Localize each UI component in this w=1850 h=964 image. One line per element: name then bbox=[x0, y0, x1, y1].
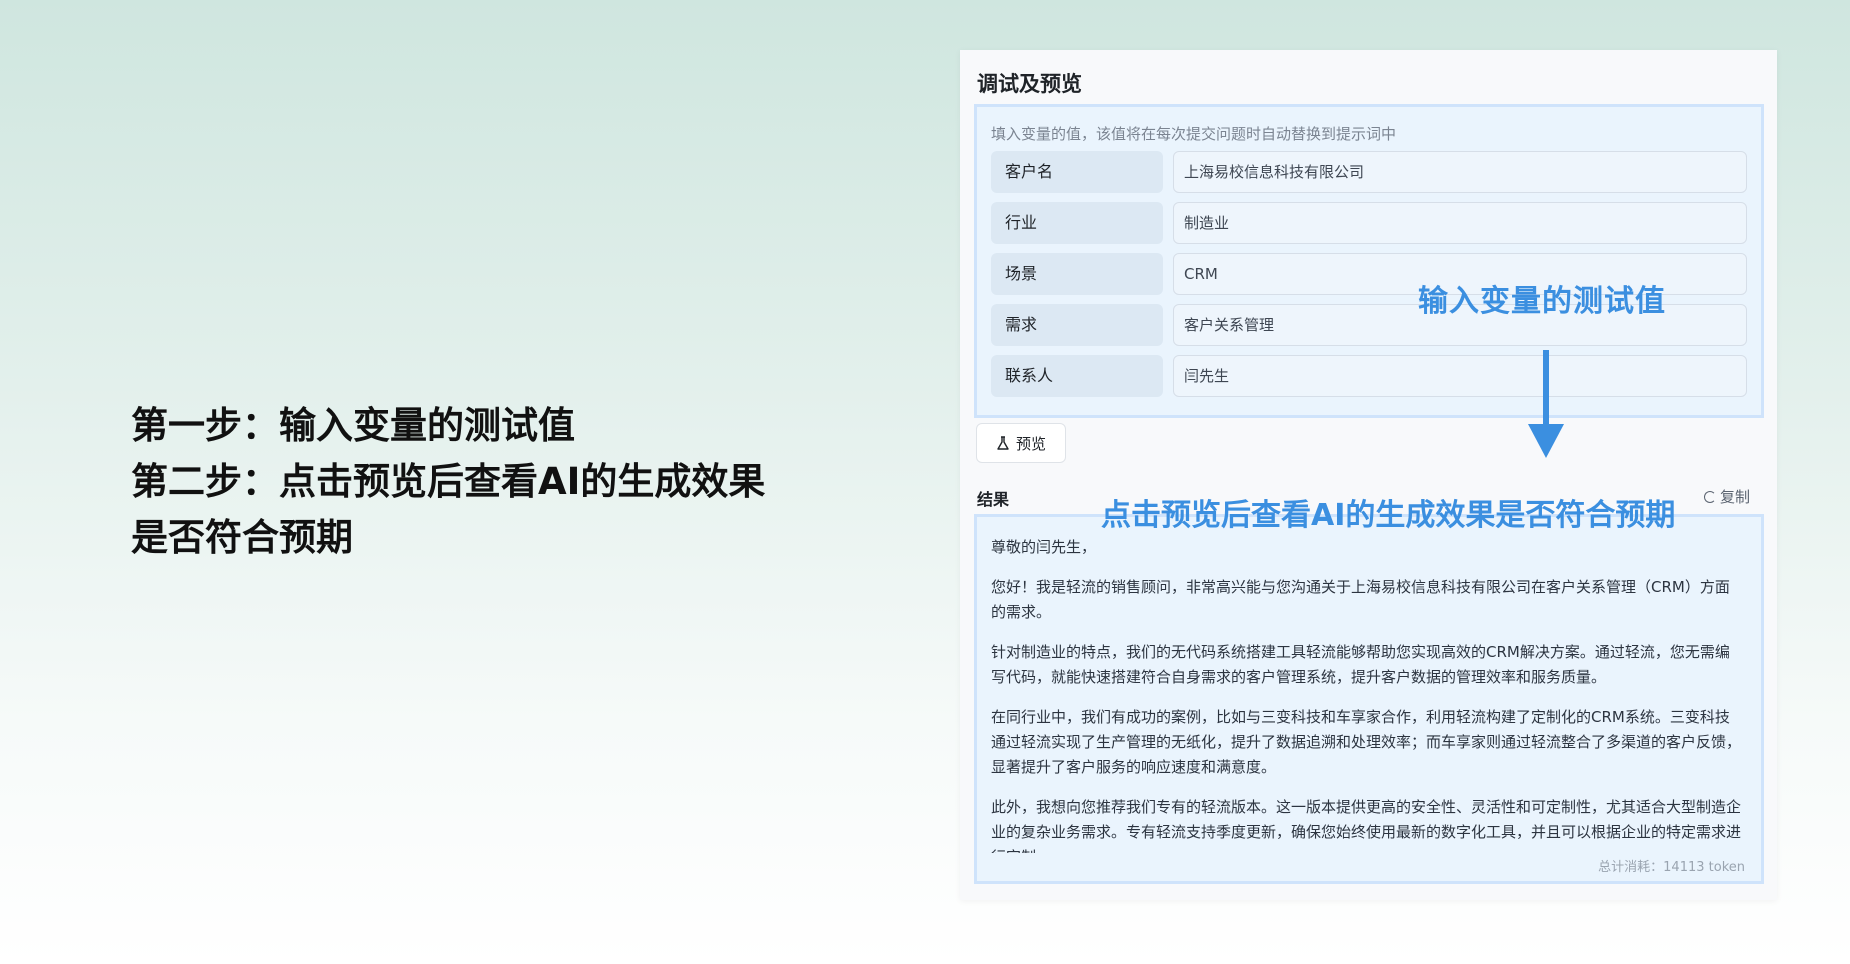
arrow-down-icon bbox=[1528, 350, 1564, 458]
variables-box: 填入变量的值，该值将在每次提交问题时自动替换到提示词中 客户名 上海易校信息科技… bbox=[974, 104, 1764, 418]
copy-button[interactable]: 复制 bbox=[1704, 486, 1750, 507]
variable-row-contact: 联系人 闫先生 bbox=[991, 355, 1747, 397]
result-paragraph: 此外，我想向您推荐我们专有的轻流版本。这一版本提供更高的安全性、灵活性和可定制性… bbox=[991, 798, 1742, 853]
variable-label: 行业 bbox=[991, 202, 1163, 244]
variable-label: 场景 bbox=[991, 253, 1163, 295]
result-box: 尊敬的闫先生， 您好！我是轻流的销售顾问，非常高兴能与您沟通关于上海易校信息科技… bbox=[974, 514, 1764, 884]
debug-preview-panel: 调试及预览 填入变量的值，该值将在每次提交问题时自动替换到提示词中 客户名 上海… bbox=[960, 50, 1777, 900]
variable-row-customer: 客户名 上海易校信息科技有限公司 bbox=[991, 151, 1747, 193]
copy-button-label: 复制 bbox=[1720, 488, 1751, 506]
result-paragraph: 在同行业中，我们有成功的案例，比如与三变科技和车享家合作，利用轻流构建了定制化的… bbox=[991, 708, 1742, 776]
annotation-input-hint: 输入变量的测试值 bbox=[1418, 284, 1666, 319]
result-label: 结果 bbox=[977, 490, 1010, 509]
step-1-text: 第一步：输入变量的测试值 bbox=[131, 404, 575, 447]
copy-icon bbox=[1704, 490, 1716, 503]
result-paragraph: 尊敬的闫先生， bbox=[991, 538, 1097, 556]
variable-label: 客户名 bbox=[991, 151, 1163, 193]
annotation-preview-hint: 点击预览后查看AI的生成效果是否符合预期 bbox=[1101, 498, 1676, 533]
preview-button-label: 预览 bbox=[1015, 434, 1046, 453]
result-paragraph: 您好！我是轻流的销售顾问，非常高兴能与您沟通关于上海易校信息科技有限公司在客户关… bbox=[991, 578, 1730, 621]
variable-label: 需求 bbox=[991, 304, 1163, 346]
token-usage: 总计消耗：14113 token bbox=[1598, 860, 1745, 875]
variable-label: 联系人 bbox=[991, 355, 1163, 397]
preview-button[interactable]: 预览 bbox=[976, 423, 1066, 463]
variable-input-contact[interactable]: 闫先生 bbox=[1173, 355, 1747, 397]
step-2-text: 第二步：点击预览后查看AI的生成效果是否符合预期 bbox=[131, 460, 766, 559]
instruction-steps: 第一步：输入变量的测试值 第二步：点击预览后查看AI的生成效果是否符合预期 bbox=[131, 398, 791, 566]
panel-title: 调试及预览 bbox=[977, 72, 1082, 96]
flask-icon bbox=[997, 435, 1009, 450]
variables-hint: 填入变量的值，该值将在每次提交问题时自动替换到提示词中 bbox=[991, 125, 1397, 143]
variable-input-industry[interactable]: 制造业 bbox=[1173, 202, 1747, 244]
result-text: 尊敬的闫先生， 您好！我是轻流的销售顾问，非常高兴能与您沟通关于上海易校信息科技… bbox=[991, 535, 1743, 853]
variable-row-industry: 行业 制造业 bbox=[991, 202, 1747, 244]
result-paragraph: 针对制造业的特点，我们的无代码系统搭建工具轻流能够帮助您实现高效的CRM解决方案… bbox=[991, 643, 1730, 686]
variable-input-customer[interactable]: 上海易校信息科技有限公司 bbox=[1173, 151, 1747, 193]
